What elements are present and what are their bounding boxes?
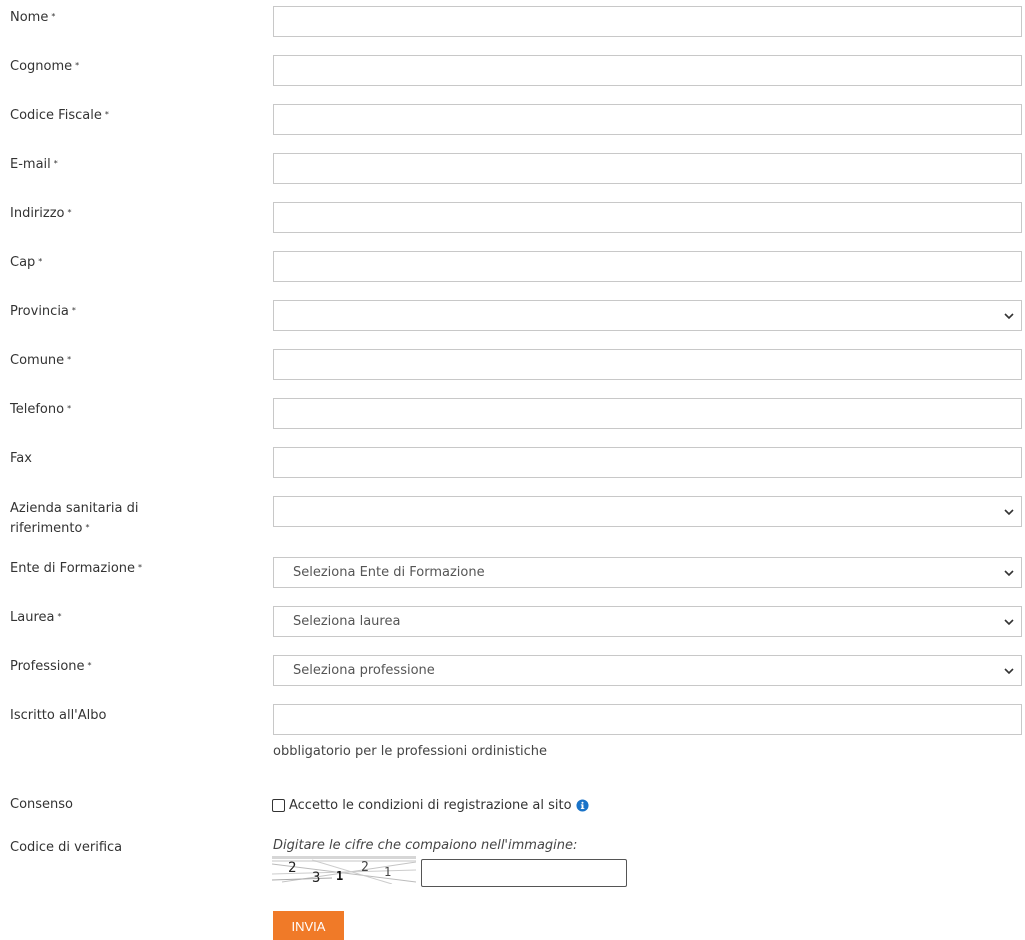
cognome-label: Cognome *	[10, 59, 80, 74]
codice-verifica-label: Codice di verifica	[10, 840, 123, 855]
laurea-select[interactable]: Seleziona laurea	[273, 606, 1022, 637]
albo-hint: obbligatorio per le professioni ordinist…	[273, 744, 548, 759]
indirizzo-label: Indirizzo *	[10, 206, 72, 221]
captcha-digit: 2	[288, 860, 296, 876]
codice-fiscale-input[interactable]	[273, 104, 1022, 135]
chevron-down-icon	[1004, 570, 1014, 577]
azienda-sanitaria-select[interactable]	[273, 496, 1022, 527]
captcha-instruction: Digitare le cifre che compaiono nell'imm…	[273, 838, 578, 853]
nome-label: Nome *	[10, 10, 56, 25]
nome-input[interactable]	[273, 6, 1022, 37]
chevron-down-icon	[1004, 668, 1014, 675]
provincia-label: Provincia *	[10, 304, 76, 319]
professione-select[interactable]: Seleziona professione	[273, 655, 1022, 686]
ente-formazione-label: Ente di Formazione *	[10, 561, 143, 576]
professione-label: Professione *	[10, 659, 92, 674]
email-label: E-mail *	[10, 157, 58, 172]
chevron-down-icon	[1004, 509, 1014, 516]
azienda-sanitaria-label: Azienda sanitaria di riferimento *	[10, 501, 139, 536]
indirizzo-input[interactable]	[273, 202, 1022, 233]
ente-formazione-select-value: Seleziona Ente di Formazione	[293, 565, 485, 580]
consenso-label: Consenso	[10, 797, 74, 812]
captcha-digit: 3	[312, 870, 320, 884]
telefono-input[interactable]	[273, 398, 1022, 429]
captcha-input[interactable]	[421, 859, 627, 887]
consent-row: Accetto le condizioni di registrazione a…	[272, 795, 589, 815]
email-input[interactable]	[273, 153, 1022, 184]
cognome-input[interactable]	[273, 55, 1022, 86]
captcha-digit: 1	[336, 869, 343, 883]
codice-fiscale-label: Codice Fiscale *	[10, 108, 109, 123]
laurea-label: Laurea *	[10, 610, 62, 625]
fax-label: Fax	[10, 451, 32, 466]
albo-label: Iscritto all'Albo	[10, 708, 107, 723]
submit-button[interactable]: INVIA	[273, 911, 344, 940]
laurea-select-value: Seleziona laurea	[293, 614, 401, 629]
comune-input[interactable]	[273, 349, 1022, 380]
captcha-digit: 2	[361, 860, 369, 875]
consent-text: Accetto le condizioni di registrazione a…	[289, 797, 572, 813]
professione-select-value: Seleziona professione	[293, 663, 435, 678]
captcha-image: 2 3 1 2 1	[272, 856, 416, 884]
consent-checkbox[interactable]	[272, 798, 285, 812]
chevron-down-icon	[1004, 313, 1014, 320]
chevron-down-icon	[1004, 619, 1014, 626]
fax-input[interactable]	[273, 447, 1022, 478]
cap-label: Cap *	[10, 255, 43, 270]
info-circle-icon[interactable]	[576, 798, 589, 812]
cap-input[interactable]	[273, 251, 1022, 282]
captcha-digit: 1	[384, 865, 391, 879]
ente-formazione-select[interactable]: Seleziona Ente di Formazione	[273, 557, 1022, 588]
provincia-select[interactable]	[273, 300, 1022, 331]
telefono-label: Telefono *	[10, 402, 72, 417]
albo-input[interactable]	[273, 704, 1022, 735]
comune-label: Comune *	[10, 353, 72, 368]
